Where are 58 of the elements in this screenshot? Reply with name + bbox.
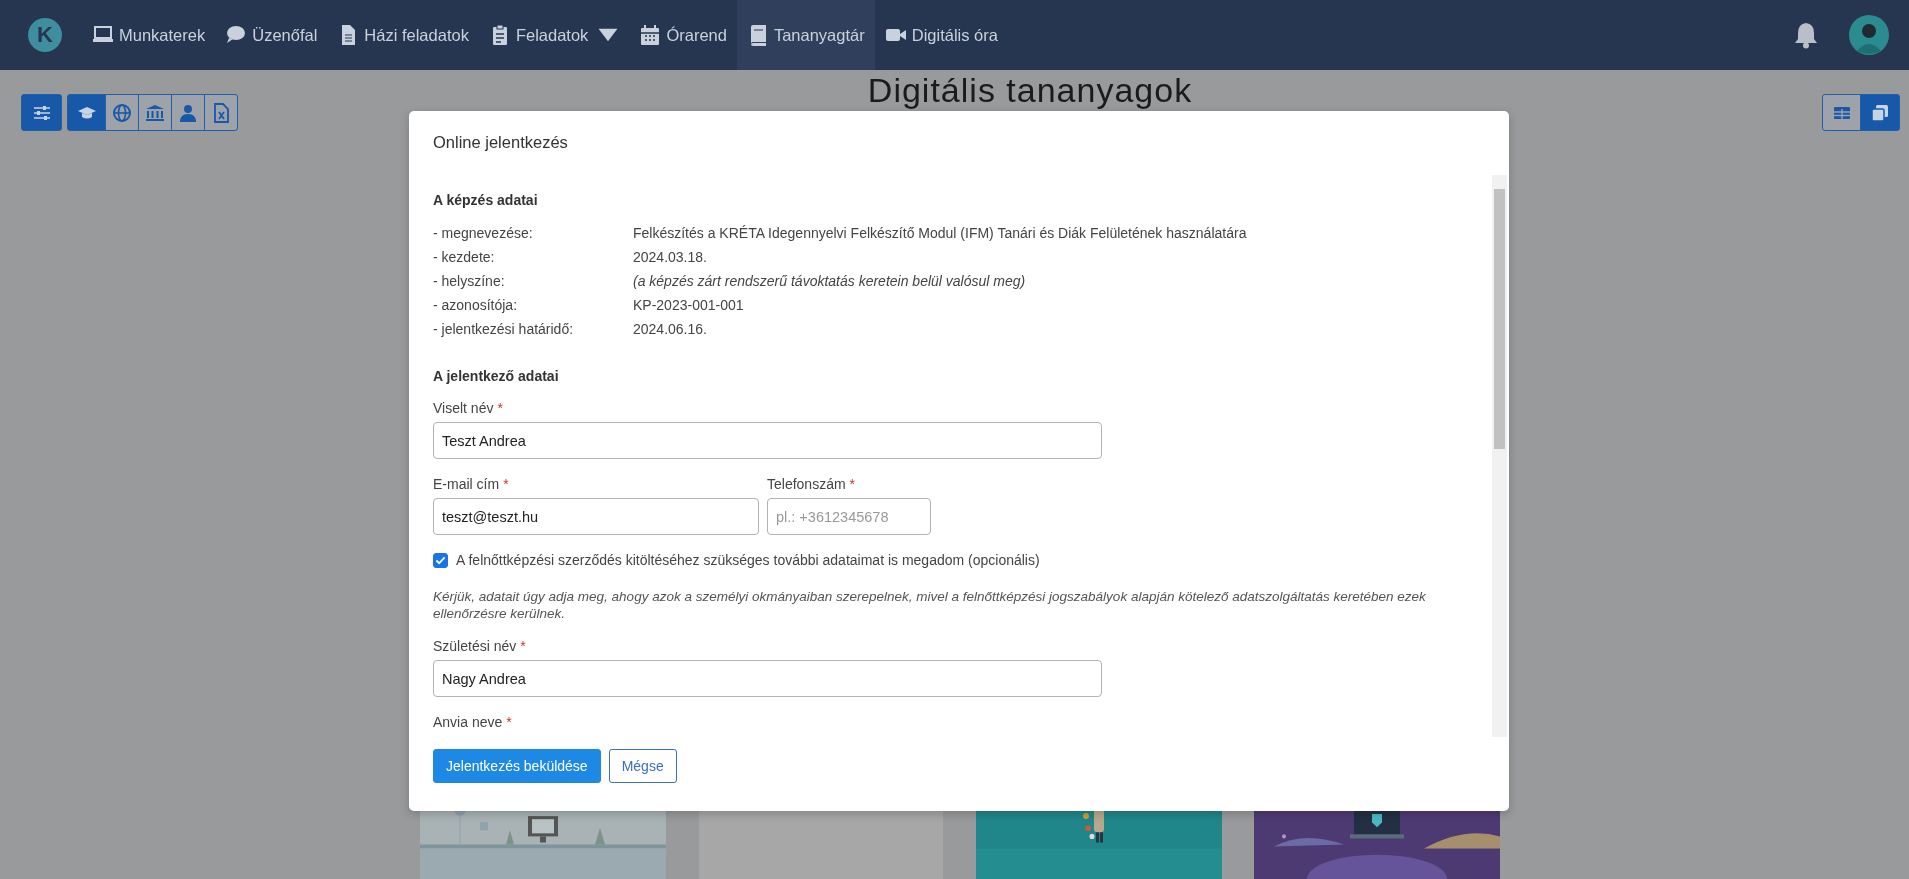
checkbox-label: A felnőttképzési szerződés kitöltéséhez szükséges további adataimat is megadom (opcionális) [456, 552, 1040, 568]
nav-item[interactable]: Munkaterek [82, 0, 216, 70]
speech-bubble-icon [225, 24, 248, 46]
submit-button[interactable]: Jelentkezés beküldése [433, 749, 601, 783]
detail-value: (a képzés zárt rendszerű távoktatás keretein belül valósul meg) [633, 272, 1027, 291]
scrollbar[interactable] [1492, 175, 1507, 737]
filter-type-button[interactable] [67, 94, 106, 131]
field-label: Anvia neve [433, 714, 503, 730]
detail-value: Felkészítés a KRÉTA Idegennyelvi Felkészítő Modul (IFM) Tanári és Diák Felületének használatára [633, 224, 1248, 243]
field-label: Telefonszám [767, 476, 846, 492]
filter-button[interactable] [21, 94, 62, 131]
section-heading: A jelentkező adatai [433, 368, 560, 384]
detail-value: KP-2023-001-001 [633, 296, 745, 315]
detail-value: 2024.06.16. [633, 320, 708, 339]
required-mark: * [849, 476, 856, 492]
input-field[interactable]: Teszt Andrea [433, 422, 1102, 459]
required-mark: * [497, 400, 503, 416]
cancel-button[interactable]: Mégse [608, 749, 677, 783]
checkbox[interactable] [433, 552, 448, 568]
globe-icon [112, 102, 132, 123]
field-label: Születési név [433, 638, 517, 654]
input-field[interactable]: Nagy Andrea [433, 660, 1102, 697]
page-title: Digitális tananyagok [867, 72, 1193, 108]
nav-item[interactable]: Tananyagtár [736, 0, 875, 70]
spreadsheet-file-icon [211, 102, 231, 123]
detail-label: - kezdete: [433, 248, 496, 267]
required-mark: * [520, 638, 526, 654]
input-field[interactable]: teszt@teszt.hu [433, 498, 759, 535]
field-label: E-mail cím [433, 476, 500, 492]
cards-view-icon [1870, 102, 1890, 123]
nav-item[interactable]: Házi feladatok [327, 0, 479, 70]
notification-bell-icon[interactable] [1793, 21, 1819, 49]
detail-label: - helyszíne: [433, 272, 506, 291]
required-mark: * [506, 714, 512, 730]
required-mark: * [503, 476, 509, 492]
nav-item[interactable]: Üzenőfal [215, 0, 328, 70]
detail-value: 2024.03.18. [633, 248, 708, 267]
nav-item[interactable]: Digitális óra [874, 0, 1008, 70]
nav-item[interactable]: Órarend [629, 0, 737, 70]
notice-text: Kérjük, adatait úgy adja meg, ahogy azok a személyi okmányaiban szerepelnek, mivel a felnőttképzési jogszabályok alapján kötelező adatszolgáltatás keretében ezek ellenőrzésre kerülnek. [433, 588, 1427, 622]
nav-item[interactable]: Feladatok [478, 0, 630, 70]
detail-label: - jelentkezési határidő: [433, 320, 575, 339]
detail-label: - megnevezése: [433, 224, 534, 243]
dialog-title: Online jelentkezés [433, 133, 568, 151]
bank-building-icon [145, 102, 165, 123]
field-label: Viselt név [433, 400, 494, 416]
filter-type-button[interactable] [138, 94, 172, 131]
person-icon [178, 102, 198, 123]
filter-type-button[interactable] [204, 94, 238, 131]
section-heading: A képzés adatai [433, 192, 539, 208]
filter-type-button[interactable] [171, 94, 205, 131]
view-toggle-button[interactable] [1860, 94, 1900, 131]
detail-label: - azonosítója: [433, 296, 519, 315]
user-avatar[interactable] [1849, 15, 1889, 55]
view-toggle-button[interactable] [1822, 94, 1861, 131]
calendar-icon [639, 24, 662, 46]
filter-type-button[interactable] [105, 94, 139, 131]
input-field[interactable]: pl.: +3612345678 [767, 498, 931, 535]
